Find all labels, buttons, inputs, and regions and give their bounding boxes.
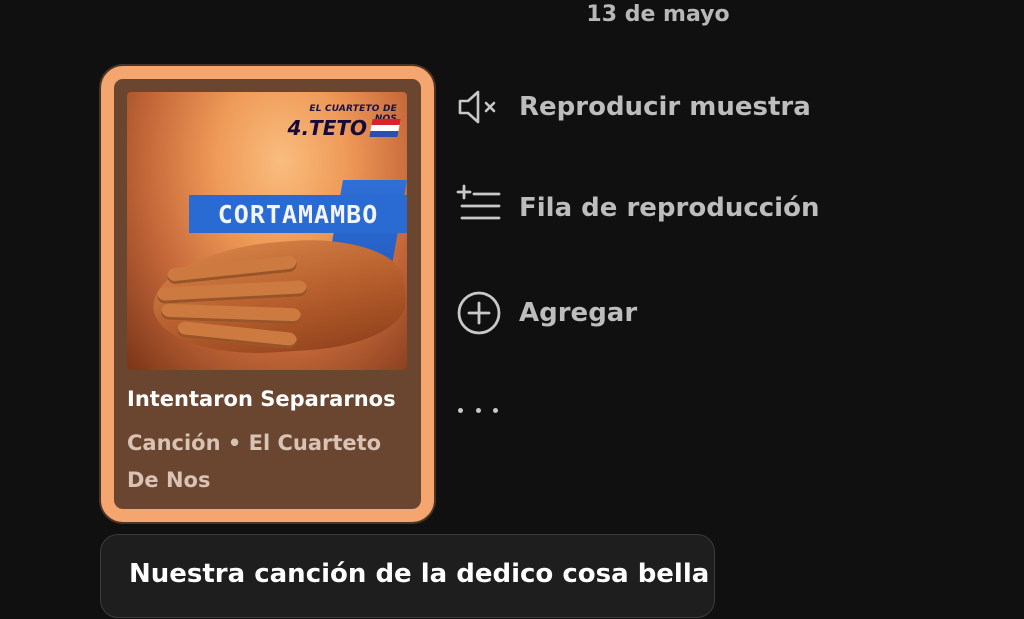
song-subtitle: Canción • El Cuarteto De Nos [127,431,382,492]
more-horizontal-icon [493,407,498,413]
song-title: Intentaron Separarnos [127,387,396,411]
album-cover-image: EL CUARTETO DE NOS 4.TETO CORTAMAMBO [127,92,407,370]
speaker-muted-icon [455,83,503,131]
more-options-button[interactable] [458,398,498,422]
cover-album-name: 4.TETO [287,116,367,140]
cover-title: CORTAMAMBO [189,195,407,233]
plus-circle-icon [455,289,503,337]
more-horizontal-icon [458,407,463,413]
cover-flag-icon [369,119,401,137]
add-to-queue-icon [455,184,503,232]
more-horizontal-icon [475,407,481,413]
add-button[interactable]: Agregar [455,289,637,337]
message-bubble[interactable]: Nuestra canción de la dedico cosa bella [100,534,715,618]
add-label: Agregar [519,298,638,328]
shared-song-card[interactable]: EL CUARTETO DE NOS 4.TETO CORTAMAMBO Int… [101,66,434,522]
add-to-queue-label: Fila de reproducción [519,193,820,223]
play-preview-button[interactable]: Reproducir muestra [455,83,811,131]
message-date: 13 de mayo [586,2,730,27]
add-to-queue-button[interactable]: Fila de reproducción [455,184,819,232]
play-preview-label: Reproducir muestra [519,92,811,122]
